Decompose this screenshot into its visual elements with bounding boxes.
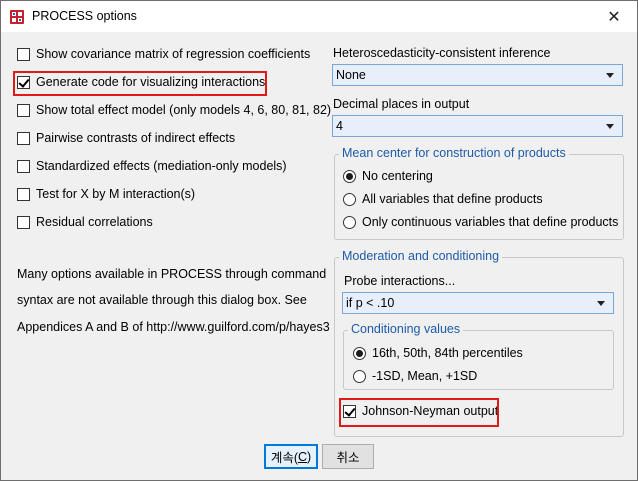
checkbox-box[interactable] [17, 131, 30, 145]
checkbox-box[interactable] [17, 47, 30, 61]
conditioning-values-legend: Conditioning values [348, 322, 464, 336]
moderation-legend: Moderation and conditioning [339, 249, 503, 263]
decimal-places-label: Decimal places in output [333, 97, 470, 111]
cancel-button[interactable]: 취소 [322, 444, 374, 469]
checkbox-x-by-m-interaction[interactable]: Test for X by M interaction(s) [17, 184, 195, 204]
probe-interactions-dropdown[interactable]: if p < .10 [342, 292, 614, 314]
info-text-line-1: Many options available in PROCESS throug… [17, 267, 327, 281]
checkbox-label: Pairwise contrasts of indirect effects [36, 131, 236, 145]
radio-no-centering[interactable]: No centering [343, 166, 433, 186]
hc-inference-value: None [336, 68, 366, 82]
checkbox-box[interactable] [17, 159, 30, 173]
checkbox-label: Show covariance matrix of regression coe… [36, 47, 311, 61]
radio-sd-mean[interactable]: -1SD, Mean, +1SD [353, 366, 477, 386]
checkbox-label: Residual correlations [36, 215, 153, 229]
continue-button-prefix: 계속( [270, 451, 298, 465]
radio-label: No centering [362, 169, 433, 183]
radio-continuous-variables[interactable]: Only continuous variables that define pr… [343, 212, 618, 232]
probe-interactions-value: if p < .10 [346, 296, 395, 310]
checkbox-box[interactable] [17, 103, 30, 117]
radio-label: All variables that define products [362, 192, 543, 206]
radio-label: -1SD, Mean, +1SD [372, 369, 478, 383]
mean-center-legend: Mean center for construction of products [339, 146, 569, 160]
checkbox-label: Standardized effects (mediation-only mod… [36, 159, 287, 173]
checkbox-label: Test for X by M interaction(s) [36, 187, 196, 201]
radio-button[interactable] [343, 192, 356, 206]
decimal-places-value: 4 [336, 119, 343, 133]
continue-button[interactable]: 계속(C) [264, 444, 318, 469]
radio-button[interactable] [353, 346, 366, 360]
checkbox-residual-correlations[interactable]: Residual correlations [17, 212, 153, 232]
cancel-button-label: 취소 [336, 451, 360, 465]
continue-button-accesskey: C [297, 449, 308, 464]
info-text-line-3: Appendices A and B of http://www.guilfor… [17, 320, 330, 334]
chevron-down-icon [606, 124, 614, 129]
close-button[interactable]: ✕ [591, 1, 637, 32]
checkbox-covariance-matrix[interactable]: Show covariance matrix of regression coe… [17, 44, 310, 64]
radio-percentiles[interactable]: 16th, 50th, 84th percentiles [353, 343, 523, 363]
checkbox-standardized-effects[interactable]: Standardized effects (mediation-only mod… [17, 156, 287, 176]
hc-inference-dropdown[interactable]: None [332, 64, 623, 86]
checkbox-total-effect[interactable]: Show total effect model (only models 4, … [17, 100, 331, 120]
highlight-box-generate-code [13, 71, 267, 96]
highlight-box-johnson-neyman [339, 398, 499, 427]
radio-button[interactable] [343, 215, 356, 229]
radio-label: Only continuous variables that define pr… [362, 215, 619, 229]
decimal-places-dropdown[interactable]: 4 [332, 115, 623, 137]
hc-inference-label: Heteroscedasticity-consistent inference [333, 46, 551, 60]
process-options-dialog: PROCESS options ✕ Show covariance matrix… [0, 0, 638, 481]
chevron-down-icon [606, 73, 614, 78]
checkbox-box[interactable] [17, 215, 30, 229]
radio-label: 16th, 50th, 84th percentiles [372, 346, 523, 360]
title-bar[interactable]: PROCESS options ✕ [1, 1, 637, 32]
radio-button[interactable] [353, 369, 366, 383]
continue-button-suffix: ) [307, 449, 312, 464]
radio-all-variables[interactable]: All variables that define products [343, 189, 543, 209]
probe-interactions-label: Probe interactions... [344, 274, 456, 288]
close-icon: ✕ [607, 8, 621, 26]
checkbox-pairwise-contrasts[interactable]: Pairwise contrasts of indirect effects [17, 128, 235, 148]
spss-app-icon [10, 10, 24, 24]
info-text-line-2: syntax are not available through this di… [17, 293, 307, 307]
chevron-down-icon [597, 301, 605, 306]
checkbox-box[interactable] [17, 187, 30, 201]
window-title: PROCESS options [32, 9, 137, 23]
radio-button[interactable] [343, 169, 356, 183]
checkbox-label: Show total effect model (only models 4, … [36, 103, 332, 117]
